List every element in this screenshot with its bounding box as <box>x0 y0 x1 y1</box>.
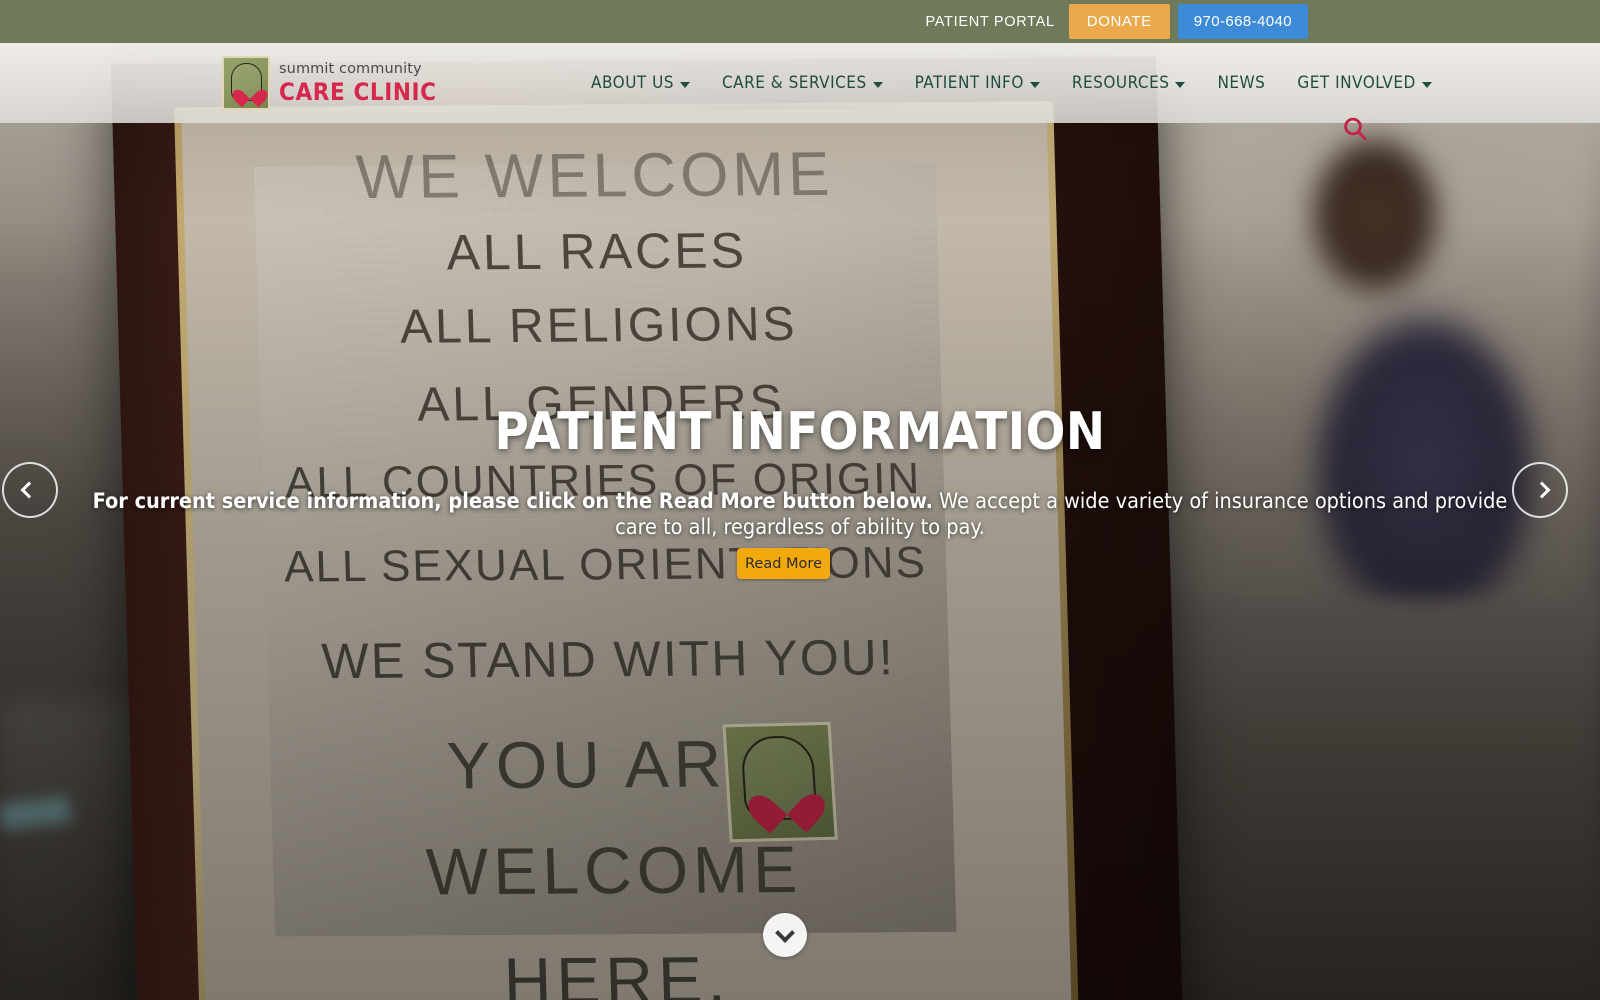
donate-button[interactable]: DONATE <box>1068 4 1170 39</box>
chevron-right-icon <box>1533 481 1550 499</box>
nav-item-label: GET INVOLVED <box>1297 73 1416 93</box>
nav-item-label: CARE & SERVICES <box>722 73 867 93</box>
carousel-prev-button[interactable] <box>2 462 58 518</box>
chevron-down-icon <box>872 81 883 88</box>
carousel-next-button[interactable] <box>1512 462 1568 518</box>
scroll-down-button[interactable] <box>763 913 807 957</box>
nav-item-care-and-services[interactable]: CARE & SERVICES <box>706 73 899 93</box>
chevron-left-icon <box>20 481 37 499</box>
nav-item-resources[interactable]: RESOURCES <box>1056 73 1202 93</box>
chevron-down-icon <box>775 922 795 943</box>
nav-item-get-involved[interactable]: GET INVOLVED <box>1281 73 1447 93</box>
site-header: summit community CARE CLINIC ABOUT US CA… <box>0 43 1600 141</box>
phone-button[interactable]: 970-668-4040 <box>1177 4 1308 39</box>
chevron-down-icon <box>680 81 690 88</box>
hero-carousel-slide: WE WELCOME ALL RACES ALL RELIGIONS ALL G… <box>0 0 1600 1000</box>
nav-item-label: PATIENT INFO <box>914 73 1024 93</box>
chevron-down-icon <box>1175 81 1186 88</box>
chevron-down-icon <box>1421 81 1432 88</box>
primary-navigation: ABOUT US CARE & SERVICES PATIENT INFO RE… <box>575 43 1448 123</box>
chevron-down-icon <box>1029 81 1040 88</box>
nav-item-label: RESOURCES <box>1071 73 1170 93</box>
heart-icon <box>238 82 262 103</box>
hero-overlay-scrim <box>0 0 1600 1000</box>
nav-item-about-us[interactable]: ABOUT US <box>575 73 706 93</box>
read-more-button[interactable]: Read More <box>737 548 830 579</box>
search-icon[interactable] <box>1341 115 1369 143</box>
patient-portal-link[interactable]: PATIENT PORTAL <box>925 14 1068 30</box>
nav-item-label: NEWS <box>1217 73 1266 93</box>
logo-tagline: summit community <box>279 61 422 78</box>
nav-item-label: ABOUT US <box>591 73 674 93</box>
nav-item-news[interactable]: NEWS <box>1201 73 1281 93</box>
clinic-hand-heart-logo-icon <box>222 56 270 110</box>
logo-name: CARE CLINIC <box>279 77 437 106</box>
utility-bar: PATIENT PORTAL DONATE 970-668-4040 <box>0 0 1600 43</box>
nav-item-patient-info[interactable]: PATIENT INFO <box>899 73 1056 93</box>
site-logo[interactable]: summit community CARE CLINIC <box>222 56 437 110</box>
